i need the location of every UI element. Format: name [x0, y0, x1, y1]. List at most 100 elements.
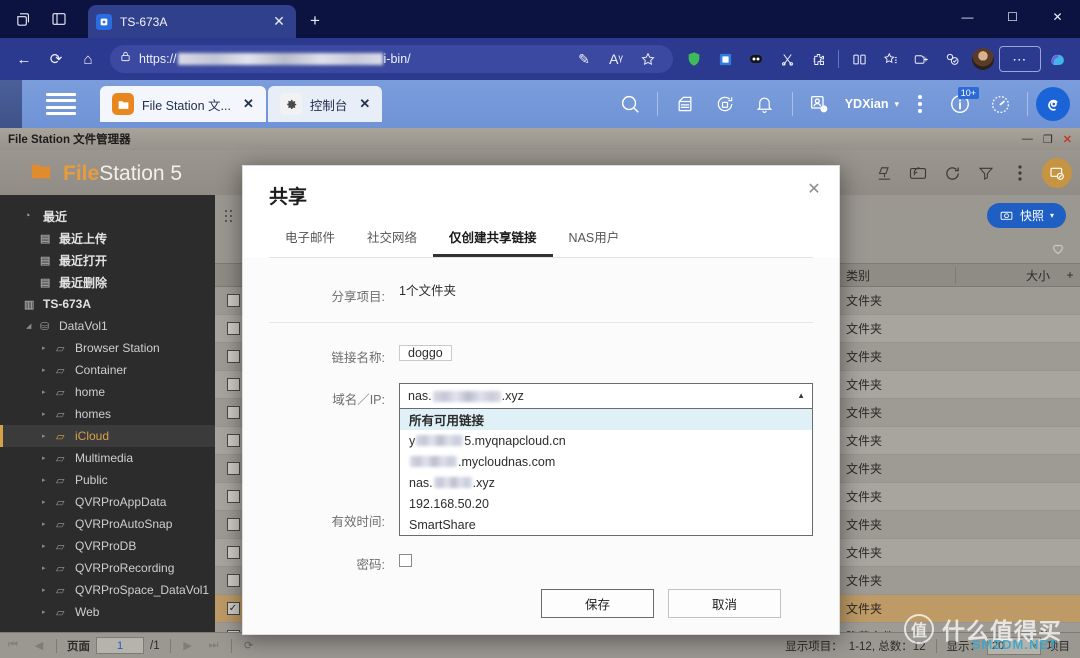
- info-icon[interactable]: 10+: [941, 85, 979, 123]
- domain-option-1[interactable]: y5.myqnapcloud.cn: [400, 430, 812, 451]
- sidebar-item-container[interactable]: ▸▱Container: [0, 359, 215, 381]
- save-button[interactable]: 保存: [541, 589, 654, 618]
- split-screen-icon[interactable]: [844, 44, 874, 74]
- tree-expand-arrow-icon[interactable]: ▸: [42, 388, 50, 396]
- share-tab-0[interactable]: 电子邮件: [269, 221, 351, 257]
- backup-icon[interactable]: [666, 85, 704, 123]
- close-icon[interactable]: ✕: [803, 178, 825, 200]
- domain-option-2[interactable]: .mycloudnas.com: [400, 451, 812, 472]
- tab-group-icon[interactable]: [906, 44, 936, 74]
- edit-pen-icon[interactable]: ✎: [569, 44, 599, 74]
- tree-expand-arrow-icon[interactable]: ▸: [42, 608, 50, 616]
- browser-essentials-icon[interactable]: [937, 44, 967, 74]
- favorite-star-icon[interactable]: [633, 44, 663, 74]
- tab-close-icon[interactable]: ✕: [270, 13, 288, 30]
- sidebar-item-multimedia[interactable]: ▸▱Multimedia: [0, 447, 215, 469]
- puzzle-icon[interactable]: [803, 44, 833, 74]
- tree-expand-arrow-icon[interactable]: ▸: [42, 454, 50, 462]
- sidebar-item-icloud[interactable]: ▸▱iCloud: [0, 425, 215, 447]
- share-tab-1[interactable]: 社交网络: [351, 221, 433, 257]
- domain-option-5[interactable]: SmartShare: [400, 514, 812, 535]
- row-checkbox[interactable]: ✓: [227, 602, 240, 615]
- sync-icon[interactable]: [706, 85, 744, 123]
- tree-expand-arrow-icon[interactable]: ▸: [42, 366, 50, 374]
- qts-user-menu[interactable]: YDXian ▾: [801, 85, 899, 123]
- tree-expand-arrow-icon[interactable]: ▸: [42, 520, 50, 528]
- link-name-input[interactable]: doggo: [399, 345, 452, 361]
- qts-tab-close-icon[interactable]: ✕: [359, 96, 370, 112]
- window-minimize-button[interactable]: —: [945, 0, 990, 34]
- bell-icon[interactable]: [746, 85, 784, 123]
- qnap-cloud-icon[interactable]: [1036, 87, 1070, 121]
- tree-expand-arrow-icon[interactable]: ▸: [42, 564, 50, 572]
- favorites-list-icon[interactable]: [875, 44, 905, 74]
- drag-grip-icon[interactable]: [225, 210, 232, 222]
- refresh-icon[interactable]: ⟳: [236, 639, 262, 652]
- row-checkbox[interactable]: [227, 350, 240, 363]
- app-minimize-button[interactable]: —: [1022, 133, 1033, 145]
- sidebar-item-home[interactable]: ▸▱home: [0, 381, 215, 403]
- qts-tab-file-station[interactable]: File Station 文... ✕: [100, 86, 266, 122]
- tree-expand-arrow-icon[interactable]: ◢: [26, 322, 34, 330]
- app-restore-button[interactable]: ❐: [1043, 133, 1053, 146]
- sidebar-item-datavol1[interactable]: ◢⛁DataVol1: [0, 315, 215, 337]
- heart-icon[interactable]: [1050, 241, 1066, 259]
- sidebar-item-qvrprorecording[interactable]: ▸▱QVRProRecording: [0, 557, 215, 579]
- sidebar-item-public[interactable]: ▸▱Public: [0, 469, 215, 491]
- home-button[interactable]: ⌂: [72, 44, 104, 74]
- domain-select[interactable]: nas..xyz ▲: [399, 383, 813, 409]
- share-tab-2[interactable]: 仅创建共享链接: [433, 221, 553, 257]
- prev-page-button[interactable]: ◀: [26, 639, 52, 652]
- cancel-button[interactable]: 取消: [668, 589, 781, 618]
- next-page-button[interactable]: ▶: [175, 639, 201, 652]
- row-checkbox[interactable]: [227, 406, 240, 419]
- row-checkbox[interactable]: [227, 546, 240, 559]
- window-close-button[interactable]: ✕: [1035, 0, 1080, 34]
- cast-icon[interactable]: [906, 161, 930, 185]
- sidebar-item-qvrproappdata[interactable]: ▸▱QVRProAppData: [0, 491, 215, 513]
- dashboard-icon[interactable]: [981, 85, 1019, 123]
- ai-face-icon[interactable]: [741, 44, 771, 74]
- sidebar-item-qvrprodb[interactable]: ▸▱QVRProDB: [0, 535, 215, 557]
- filter-icon[interactable]: [974, 161, 998, 185]
- add-column-button[interactable]: +: [1060, 268, 1080, 282]
- row-checkbox[interactable]: [227, 322, 240, 335]
- qts-menu-icon[interactable]: [46, 93, 76, 115]
- size-column-header[interactable]: 大小: [955, 267, 1060, 284]
- tree-expand-arrow-icon[interactable]: ▸: [42, 432, 50, 440]
- first-page-button[interactable]: ⏮: [0, 639, 26, 652]
- copilot-icon[interactable]: [1042, 44, 1072, 74]
- sidebar-item--[interactable]: ▤最近打开: [0, 249, 215, 271]
- domain-option-0[interactable]: 所有可用链接: [400, 409, 812, 430]
- sidebar-item-web[interactable]: ▸▱Web: [0, 601, 215, 623]
- new-tab-button[interactable]: +: [302, 9, 328, 33]
- tree-expand-arrow-icon[interactable]: ▸: [42, 344, 50, 352]
- kebab-icon[interactable]: [901, 85, 939, 123]
- sidebar-item-browser-station[interactable]: ▸▱Browser Station: [0, 337, 215, 359]
- row-checkbox[interactable]: [227, 378, 240, 391]
- sidebar-item-qvrproautosnap[interactable]: ▸▱QVRProAutoSnap: [0, 513, 215, 535]
- password-checkbox[interactable]: [399, 554, 412, 567]
- sidebar-item--[interactable]: ▤最近删除: [0, 271, 215, 293]
- collections-blue-icon[interactable]: [710, 44, 740, 74]
- split-pane-icon[interactable]: [44, 5, 74, 33]
- browser-more-button[interactable]: ⋯: [999, 46, 1041, 72]
- tree-expand-arrow-icon[interactable]: ▸: [42, 542, 50, 550]
- tree-expand-arrow-icon[interactable]: ▸: [42, 476, 50, 484]
- row-checkbox[interactable]: [227, 574, 240, 587]
- row-checkbox[interactable]: [227, 490, 240, 503]
- share-tab-3[interactable]: NAS用户: [553, 221, 636, 257]
- page-number-input[interactable]: 1: [96, 637, 144, 654]
- snapshot-button[interactable]: 快照 ▾: [987, 203, 1066, 228]
- row-checkbox[interactable]: [227, 518, 240, 531]
- window-maximize-button[interactable]: ☐: [990, 0, 1035, 34]
- last-page-button[interactable]: ⏭: [201, 639, 227, 652]
- qts-tab-control-panel[interactable]: 控制台 ✕: [268, 86, 382, 122]
- read-aloud-icon[interactable]: Aᵞ: [601, 44, 631, 74]
- sidebar-item-ts-673a[interactable]: ▥TS-673A: [0, 293, 215, 315]
- tree-expand-arrow-icon[interactable]: ▸: [42, 498, 50, 506]
- remote-mount-icon[interactable]: [1042, 158, 1072, 188]
- qts-tab-close-icon[interactable]: ✕: [243, 96, 254, 112]
- kebab-icon[interactable]: [1008, 161, 1032, 185]
- sidebar-item-qvrprospace-datavol1[interactable]: ▸▱QVRProSpace_DataVol1: [0, 579, 215, 601]
